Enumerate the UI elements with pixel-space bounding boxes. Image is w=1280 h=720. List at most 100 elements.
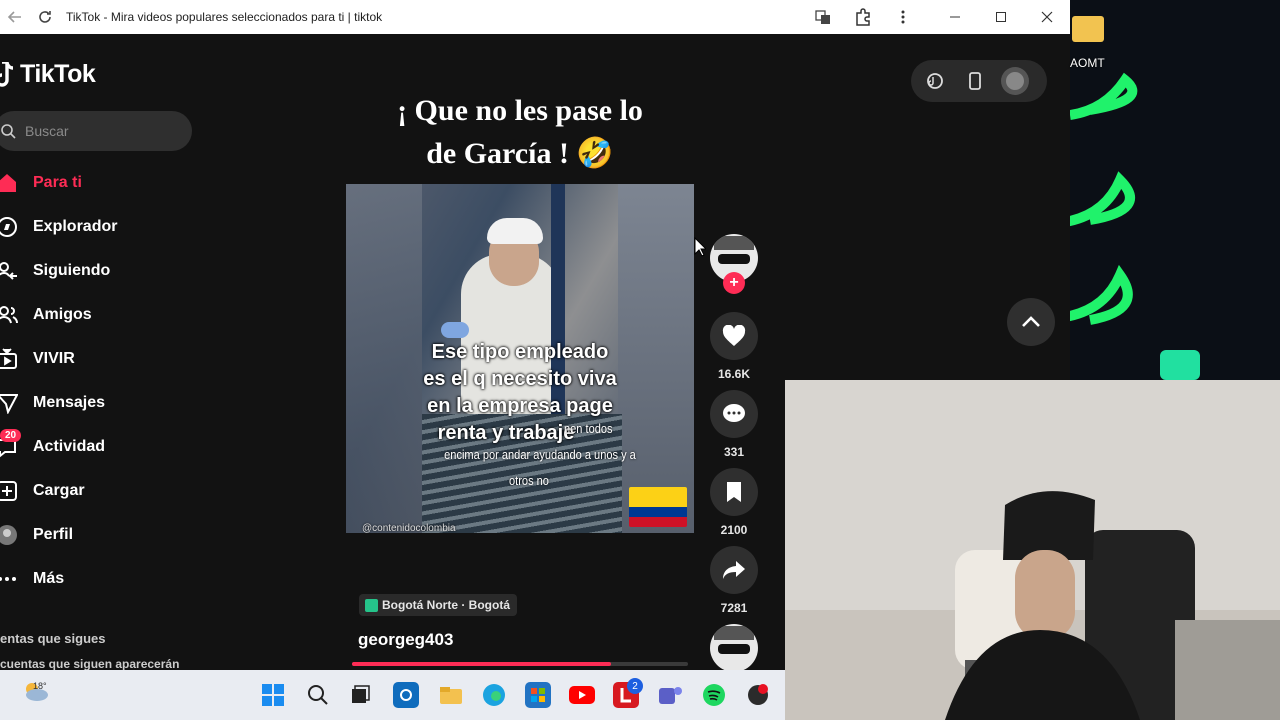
reload-icon[interactable] bbox=[30, 0, 60, 34]
upload-icon bbox=[0, 480, 18, 502]
browser-titlebar: TikTok - Mira videos populares seleccion… bbox=[0, 0, 1070, 34]
share-action[interactable]: 7281 bbox=[710, 546, 758, 615]
compass-icon bbox=[0, 216, 18, 238]
back-arrow-icon[interactable] bbox=[0, 0, 30, 34]
file-explorer-icon[interactable] bbox=[438, 682, 464, 708]
mobile-app-icon[interactable] bbox=[959, 65, 991, 97]
like-count: 16.6K bbox=[717, 367, 751, 381]
location-pin-icon bbox=[365, 598, 378, 612]
share-count: 7281 bbox=[720, 601, 748, 615]
logo-text: TikTok bbox=[20, 60, 96, 88]
heart-icon[interactable] bbox=[710, 312, 758, 360]
minimize-icon[interactable] bbox=[932, 0, 978, 34]
sidebar-item-mas[interactable]: Más bbox=[0, 557, 210, 601]
start-menu-icon[interactable] bbox=[260, 682, 286, 708]
teams-badge: 2 bbox=[627, 678, 643, 694]
follow-plus-icon[interactable]: + bbox=[723, 272, 745, 294]
video-caption-small: encima por andar ayudando a unos y a bbox=[444, 447, 636, 462]
video-title: ¡ Que no les pase lo de García ! 🤣 bbox=[346, 89, 694, 175]
friends-icon bbox=[0, 304, 18, 326]
store-icon[interactable] bbox=[525, 682, 551, 708]
share-icon[interactable] bbox=[710, 546, 758, 594]
following-accounts-title: entas que sigues bbox=[0, 631, 106, 646]
mouse-cursor-icon bbox=[694, 237, 706, 257]
recording-app-icon[interactable] bbox=[745, 682, 771, 708]
video-player[interactable]: Ese tipo empleado es el q necesito viva … bbox=[346, 184, 694, 533]
webcam-feed bbox=[785, 380, 1280, 720]
video-progress-fill bbox=[352, 662, 611, 666]
sidebar-item-explorador[interactable]: Explorador bbox=[0, 205, 210, 249]
spotify-icon[interactable] bbox=[701, 682, 727, 708]
sidebar-item-label: Actividad bbox=[33, 438, 106, 455]
search-icon bbox=[1, 124, 16, 139]
sidebar-item-vivir[interactable]: VIVIR bbox=[0, 337, 210, 381]
maximize-icon[interactable] bbox=[978, 0, 1024, 34]
desktop-folder-icon[interactable] bbox=[1072, 16, 1104, 42]
like-action[interactable]: 16.6K bbox=[710, 312, 758, 381]
chevron-up-icon[interactable] bbox=[1007, 298, 1055, 346]
tiktok-note-icon bbox=[0, 61, 14, 87]
sidebar-item-perfil[interactable]: Perfil bbox=[0, 513, 210, 557]
save-action[interactable]: 2100 bbox=[710, 468, 758, 537]
comment-action[interactable]: 331 bbox=[710, 390, 758, 459]
browser-tab-title: TikTok - Mira videos populares seleccion… bbox=[66, 10, 383, 24]
search-input[interactable]: Buscar bbox=[0, 111, 192, 151]
sidebar-item-label: Mensajes bbox=[33, 394, 106, 411]
weather-temperature: 18° bbox=[33, 681, 47, 691]
video-watermark: @contenidocolombia bbox=[362, 523, 456, 533]
outlook-icon[interactable] bbox=[393, 682, 419, 708]
sidebar-item-mensajes[interactable]: Mensajes bbox=[0, 381, 210, 425]
user-avatar[interactable] bbox=[999, 65, 1031, 97]
messages-icon bbox=[0, 392, 18, 414]
following-icon bbox=[0, 260, 18, 282]
video-title-line: de García ! 🤣 bbox=[426, 137, 614, 170]
sidebar-item-para-ti[interactable]: Para ti bbox=[0, 161, 210, 205]
caption-line: en la empresa page bbox=[427, 395, 613, 417]
translate-icon[interactable] bbox=[806, 0, 840, 34]
sound-avatar[interactable] bbox=[710, 624, 758, 670]
sidebar-item-label: Siguiendo bbox=[33, 262, 111, 279]
live-icon bbox=[0, 348, 18, 370]
more-icon bbox=[0, 568, 18, 590]
tiktok-logo[interactable]: TikTok bbox=[0, 60, 96, 89]
video-caption-large: Ese tipo empleado es el q necesito viva … bbox=[346, 339, 694, 447]
sidebar-item-cargar[interactable]: Cargar bbox=[0, 469, 210, 513]
location-tag[interactable]: Bogotá Norte · Bogotá bbox=[359, 594, 517, 616]
video-progress-bar[interactable] bbox=[352, 662, 688, 666]
sidebar-item-label: Cargar bbox=[33, 482, 85, 499]
edge-icon[interactable] bbox=[481, 682, 507, 708]
sidebar-item-label: Perfil bbox=[33, 526, 74, 543]
profile-icon bbox=[0, 524, 18, 546]
home-icon bbox=[0, 172, 18, 194]
sidebar-item-actividad[interactable]: 20 Actividad bbox=[0, 425, 210, 469]
sidebar-item-label: Para ti bbox=[33, 174, 82, 191]
video-title-line: ¡ Que no les pase lo bbox=[397, 94, 643, 127]
teams-icon[interactable] bbox=[657, 682, 683, 708]
sidebar-item-siguiendo[interactable]: Siguiendo bbox=[0, 249, 210, 293]
windows-taskbar: 18° 2 bbox=[0, 670, 785, 720]
desktop-folder-label: AOMT bbox=[1070, 56, 1105, 70]
taskbar-search-icon[interactable] bbox=[305, 682, 331, 708]
video-author-username[interactable]: georgeg403 bbox=[358, 630, 453, 650]
extensions-icon[interactable] bbox=[846, 0, 880, 34]
youtube-icon[interactable] bbox=[569, 682, 595, 708]
menu-dots-icon[interactable] bbox=[886, 0, 920, 34]
coin-icon[interactable] bbox=[919, 65, 951, 97]
comment-icon[interactable] bbox=[710, 390, 758, 438]
webcam-overlay bbox=[785, 380, 1280, 720]
sidebar-item-label: Más bbox=[33, 570, 65, 587]
colombia-flag-icon bbox=[629, 487, 687, 527]
comment-count: 331 bbox=[723, 445, 745, 459]
close-icon[interactable] bbox=[1024, 0, 1070, 34]
sidebar-nav: Para ti Explorador Siguiendo Amigos VIVI… bbox=[0, 161, 210, 601]
bookmark-icon[interactable] bbox=[710, 468, 758, 516]
sidebar-item-label: VIVIR bbox=[33, 350, 75, 367]
video-person-cap bbox=[487, 218, 543, 244]
location-label: Bogotá Norte · Bogotá bbox=[382, 598, 510, 612]
search-placeholder: Buscar bbox=[25, 123, 69, 139]
task-view-icon[interactable] bbox=[347, 682, 373, 708]
video-caption-small: nen todos bbox=[564, 421, 613, 436]
following-accounts-subtitle: cuentas que siguen aparecerán bbox=[0, 657, 180, 670]
sidebar-item-amigos[interactable]: Amigos bbox=[0, 293, 210, 337]
save-count: 2100 bbox=[720, 523, 748, 537]
